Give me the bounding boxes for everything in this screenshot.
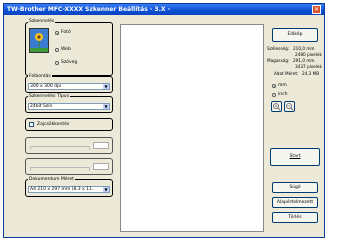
resolution-select[interactable]: 300 x 300 dpi ▼ xyxy=(28,83,110,90)
chevron-down-icon[interactable]: ▼ xyxy=(103,187,109,192)
start-button-label: Start xyxy=(289,154,301,159)
resolution-value: 300 x 300 dpi xyxy=(30,84,62,89)
height-px-value: 3437 pixelek xyxy=(295,64,322,69)
scan-type-label: Szkennelés xyxy=(28,19,56,24)
title-bar[interactable]: TW-Brother MFC-XXXX Szkenner Beállítás -… xyxy=(4,4,324,15)
close-button[interactable]: ✕ xyxy=(312,5,321,14)
unit-mm-radio[interactable] xyxy=(272,84,276,88)
height-label: Magasság: xyxy=(267,58,290,63)
noise-reduction-label[interactable]: Zajcsökkentés xyxy=(37,122,69,127)
zoom-out-button[interactable] xyxy=(284,101,295,112)
scan-type-web-radio[interactable] xyxy=(55,48,59,52)
document-size-select[interactable]: A4 210 x 297 mm (8.3 x 11.. ▼ xyxy=(28,186,110,193)
scanner-settings-window: TW-Brother MFC-XXXX Szkenner Beállítás -… xyxy=(3,3,325,238)
chevron-down-icon[interactable]: ▼ xyxy=(103,84,109,89)
start-button[interactable]: Start xyxy=(270,148,320,166)
color-type-label: Szkennelési Típus xyxy=(28,94,71,99)
brightness-value-field[interactable] xyxy=(93,142,109,149)
clear-button[interactable]: Törlés xyxy=(272,212,318,223)
scan-type-web-label[interactable]: Web xyxy=(61,47,71,52)
brightness-slider-ticks xyxy=(30,147,90,150)
width-label: Szélesség: xyxy=(267,46,290,51)
color-type-select[interactable]: 24bit Szín ▼ xyxy=(28,103,110,110)
zoom-out-icon xyxy=(286,103,294,111)
unit-inch-label[interactable]: inch xyxy=(278,92,287,97)
data-size-label: Adat Méret: xyxy=(274,71,299,76)
noise-reduction-checkbox[interactable] xyxy=(29,122,34,127)
window-title: TW-Brother MFC-XXXX Szkenner Beállítás -… xyxy=(7,6,171,13)
data-size-value: 24,3 MB xyxy=(302,71,320,76)
unit-mm-label[interactable]: mm xyxy=(278,83,287,88)
contrast-value-field[interactable] xyxy=(93,163,109,170)
defaults-button[interactable]: Alapértelmezett xyxy=(272,197,318,208)
help-button[interactable]: Súgó xyxy=(272,182,318,193)
photo-thumbnail-icon xyxy=(29,28,49,53)
unit-inch-radio[interactable] xyxy=(272,93,276,97)
zoom-in-button[interactable] xyxy=(271,101,282,112)
scan-type-photo-radio[interactable] xyxy=(55,31,59,35)
scan-type-photo-label[interactable]: Fotó xyxy=(61,30,71,35)
document-size-value: A4 210 x 297 mm (8.3 x 11.. xyxy=(30,187,95,192)
resolution-label: Felbontás xyxy=(28,74,52,79)
document-size-label: Dokumentum Méret xyxy=(28,177,75,182)
color-type-value: 24bit Szín xyxy=(30,104,53,109)
scan-type-text-label[interactable]: Szöveg xyxy=(61,60,77,65)
zoom-in-icon xyxy=(273,103,281,111)
preview-button[interactable]: Előkép xyxy=(272,28,318,42)
contrast-slider-ticks xyxy=(30,168,90,171)
scan-type-text-radio[interactable] xyxy=(55,61,59,65)
preview-area[interactable] xyxy=(120,24,264,232)
chevron-down-icon[interactable]: ▼ xyxy=(103,104,109,109)
